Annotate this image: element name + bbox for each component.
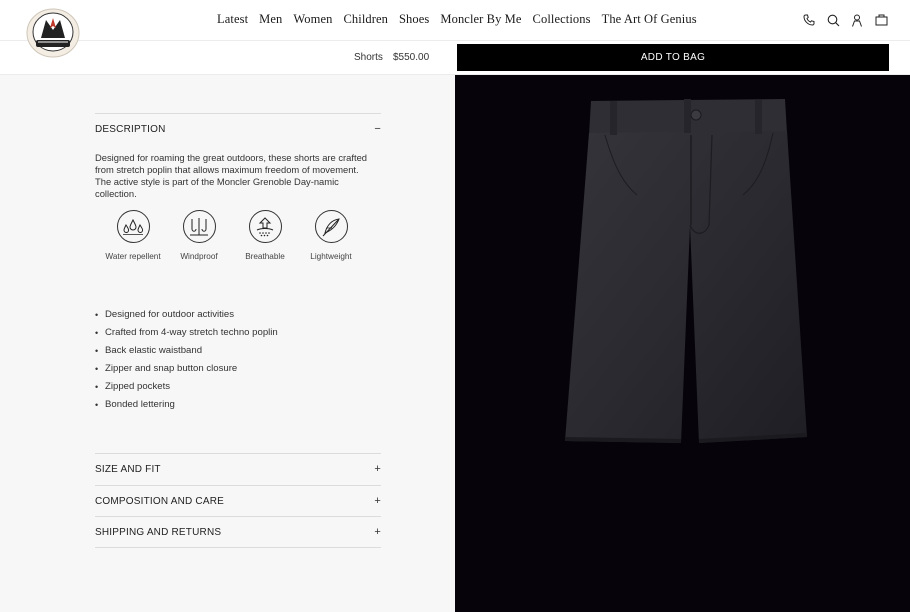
lightweight-icon	[314, 210, 348, 243]
phone-icon[interactable]	[802, 12, 816, 28]
nav-moncler-by-me[interactable]: Moncler By Me	[440, 12, 521, 27]
accordion-label: SHIPPING AND RETURNS	[95, 526, 222, 538]
product-details-panel: DESCRIPTION − Designed for roaming the g…	[0, 75, 455, 612]
feature-label: Windproof	[180, 252, 218, 261]
nav-latest[interactable]: Latest	[217, 12, 248, 27]
feature-label: Water repellent	[105, 252, 161, 261]
feature-water-repellent: Water repellent	[100, 210, 166, 262]
divider	[95, 516, 381, 517]
nav-shoes[interactable]: Shoes	[399, 12, 429, 27]
expand-icon: +	[374, 463, 381, 475]
add-to-bag-button[interactable]: ADD TO BAG	[457, 44, 889, 71]
description-accordion-header[interactable]: DESCRIPTION −	[95, 119, 381, 139]
divider	[95, 453, 381, 454]
search-icon[interactable]	[826, 12, 840, 28]
product-image[interactable]	[455, 75, 910, 612]
product-name: Shorts	[354, 52, 383, 63]
nav-the-art-of-genius[interactable]: The Art Of Genius	[602, 12, 697, 27]
product-price: $550.00	[393, 52, 430, 63]
list-item: Zipper and snap button closure	[95, 363, 278, 381]
main-nav: Latest Men Women Children Shoes Moncler …	[217, 12, 708, 27]
divider	[95, 485, 381, 486]
windproof-icon	[182, 210, 216, 243]
nav-collections[interactable]: Collections	[533, 12, 591, 27]
accordion-label: SIZE AND FIT	[95, 463, 161, 475]
breathable-icon	[248, 210, 282, 243]
water-repellent-icon	[116, 210, 150, 243]
shipping-and-returns-accordion-header[interactable]: SHIPPING AND RETURNS +	[95, 522, 381, 542]
feature-lightweight: Lightweight	[298, 210, 364, 262]
divider	[95, 547, 381, 548]
account-icon[interactable]	[850, 12, 864, 28]
size-and-fit-accordion-header[interactable]: SIZE AND FIT +	[95, 459, 381, 479]
header-tools	[802, 12, 888, 28]
nav-children[interactable]: Children	[343, 12, 388, 27]
list-item: Back elastic waistband	[95, 345, 278, 363]
list-item: Crafted from 4-way stretch techno poplin	[95, 327, 278, 345]
list-item: Designed for outdoor activities	[95, 309, 278, 327]
nav-women[interactable]: Women	[293, 12, 332, 27]
feature-breathable: Breathable	[232, 210, 298, 262]
site-header: Latest Men Women Children Shoes Moncler …	[0, 0, 910, 58]
expand-icon: +	[374, 526, 381, 538]
shorts-illustration	[565, 99, 807, 443]
description-heading: DESCRIPTION	[95, 123, 166, 135]
feature-bullet-list: Designed for outdoor activities Crafted …	[95, 309, 278, 417]
feature-icons: Water repellent Windproof Breathable Lig…	[100, 210, 364, 262]
description-text: Designed for roaming the great outdoors,…	[95, 152, 368, 199]
feature-label: Breathable	[245, 252, 285, 261]
sticky-product-bar: Shorts $550.00 ADD TO BAG	[0, 41, 910, 75]
feature-windproof: Windproof	[166, 210, 232, 262]
expand-icon: +	[374, 495, 381, 507]
list-item: Bonded lettering	[95, 399, 278, 417]
collapse-icon: −	[374, 123, 381, 135]
accordion-label: COMPOSITION AND CARE	[95, 495, 225, 507]
list-item: Zipped pockets	[95, 381, 278, 399]
divider	[95, 113, 381, 114]
composition-and-care-accordion-header[interactable]: COMPOSITION AND CARE +	[95, 491, 381, 511]
moncler-logo[interactable]	[26, 8, 80, 58]
nav-men[interactable]: Men	[259, 12, 282, 27]
bag-icon[interactable]	[874, 12, 888, 28]
feature-label: Lightweight	[310, 252, 352, 261]
